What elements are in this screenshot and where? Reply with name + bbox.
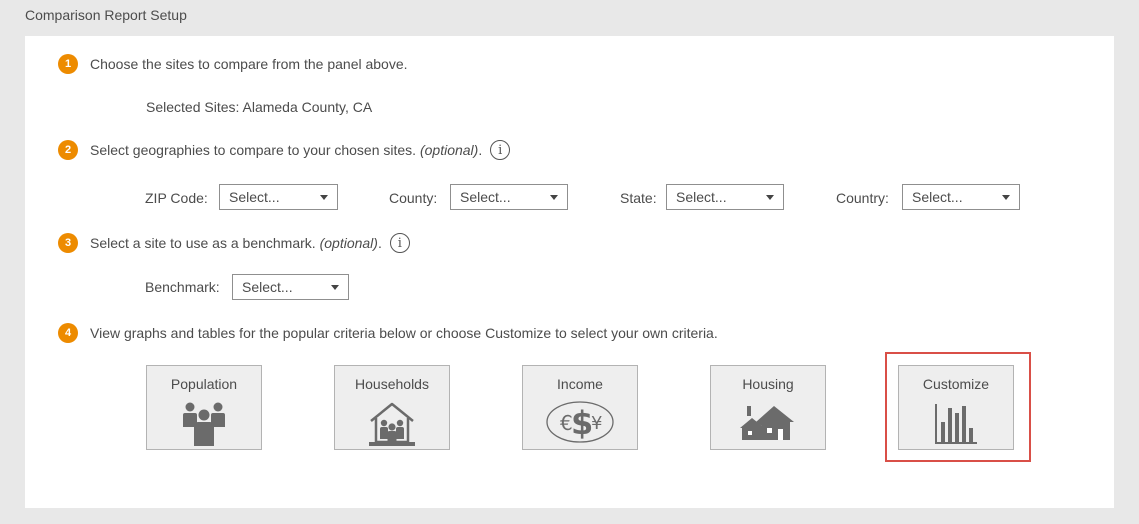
zip-code-label: ZIP Code:: [145, 190, 208, 206]
step-2-optional: (optional): [419, 142, 479, 158]
benchmark-select-value: Select...: [242, 279, 293, 295]
income-icon: € $ ¥: [545, 399, 615, 450]
bar-chart-icon: [934, 402, 978, 451]
population-tile[interactable]: Population: [146, 365, 262, 450]
step-3-text: Select a site to use as a benchmark.: [90, 235, 316, 251]
population-tile-label: Population: [170, 376, 238, 392]
step-4-badge: 4: [58, 323, 78, 343]
zip-code-select[interactable]: Select...: [219, 184, 338, 210]
step-2-suffix: .: [478, 142, 483, 158]
step-4-text: View graphs and tables for the popular c…: [90, 325, 718, 341]
customize-tile-label: Customize: [922, 376, 990, 392]
step-4: 4 View graphs and tables for the popular…: [58, 323, 718, 343]
step-1: 1 Choose the sites to compare from the p…: [58, 54, 408, 74]
chevron-down-icon: [550, 195, 558, 200]
chevron-down-icon: [1002, 195, 1010, 200]
housing-icon: [740, 404, 796, 447]
report-setup-panel: 1 Choose the sites to compare from the p…: [25, 36, 1114, 508]
benchmark-select[interactable]: Select...: [232, 274, 349, 300]
income-tile-label: Income: [557, 376, 603, 392]
chevron-down-icon: [331, 285, 339, 290]
step-1-badge: 1: [58, 54, 78, 74]
step-2-badge: 2: [58, 140, 78, 160]
step-3-text-wrap: Select a site to use as a benchmark. (op…: [90, 235, 382, 251]
zip-code-select-value: Select...: [229, 189, 280, 205]
state-select-value: Select...: [676, 189, 727, 205]
page-title: Comparison Report Setup: [25, 7, 187, 23]
selected-sites: Selected Sites: Alameda County, CA: [146, 99, 373, 115]
income-tile[interactable]: Income € $ ¥: [522, 365, 638, 450]
state-label: State:: [620, 190, 657, 206]
step-1-text: Choose the sites to compare from the pan…: [90, 56, 408, 72]
housing-tile[interactable]: Housing: [710, 365, 826, 450]
households-icon: [369, 401, 415, 452]
housing-tile-label: Housing: [742, 376, 794, 392]
households-tile[interactable]: Households: [334, 365, 450, 450]
yen-glyph: ¥: [591, 413, 602, 434]
population-icon: [182, 401, 226, 452]
benchmark-label: Benchmark:: [145, 279, 220, 295]
households-tile-label: Households: [355, 376, 429, 392]
info-icon[interactable]: i: [490, 140, 511, 160]
country-label: Country:: [836, 190, 889, 206]
step-3-optional: (optional): [319, 235, 378, 251]
chevron-down-icon: [320, 195, 328, 200]
country-select-value: Select...: [912, 189, 963, 205]
step-3-suffix: .: [377, 235, 382, 251]
state-select[interactable]: Select...: [666, 184, 784, 210]
county-select-value: Select...: [460, 189, 511, 205]
step-3-badge: 3: [58, 233, 78, 253]
dollar-glyph: $: [571, 404, 593, 442]
info-icon[interactable]: i: [389, 233, 410, 253]
step-2-text: Select geographies to compare to your ch…: [90, 142, 417, 158]
country-select[interactable]: Select...: [902, 184, 1020, 210]
county-select[interactable]: Select...: [450, 184, 568, 210]
step-3: 3 Select a site to use as a benchmark. (…: [58, 233, 410, 253]
step-2-text-wrap: Select geographies to compare to your ch…: [90, 142, 482, 158]
step-2: 2 Select geographies to compare to your …: [58, 140, 511, 160]
customize-tile[interactable]: Customize: [898, 365, 1014, 450]
chevron-down-icon: [766, 195, 774, 200]
county-label: County:: [389, 190, 438, 206]
